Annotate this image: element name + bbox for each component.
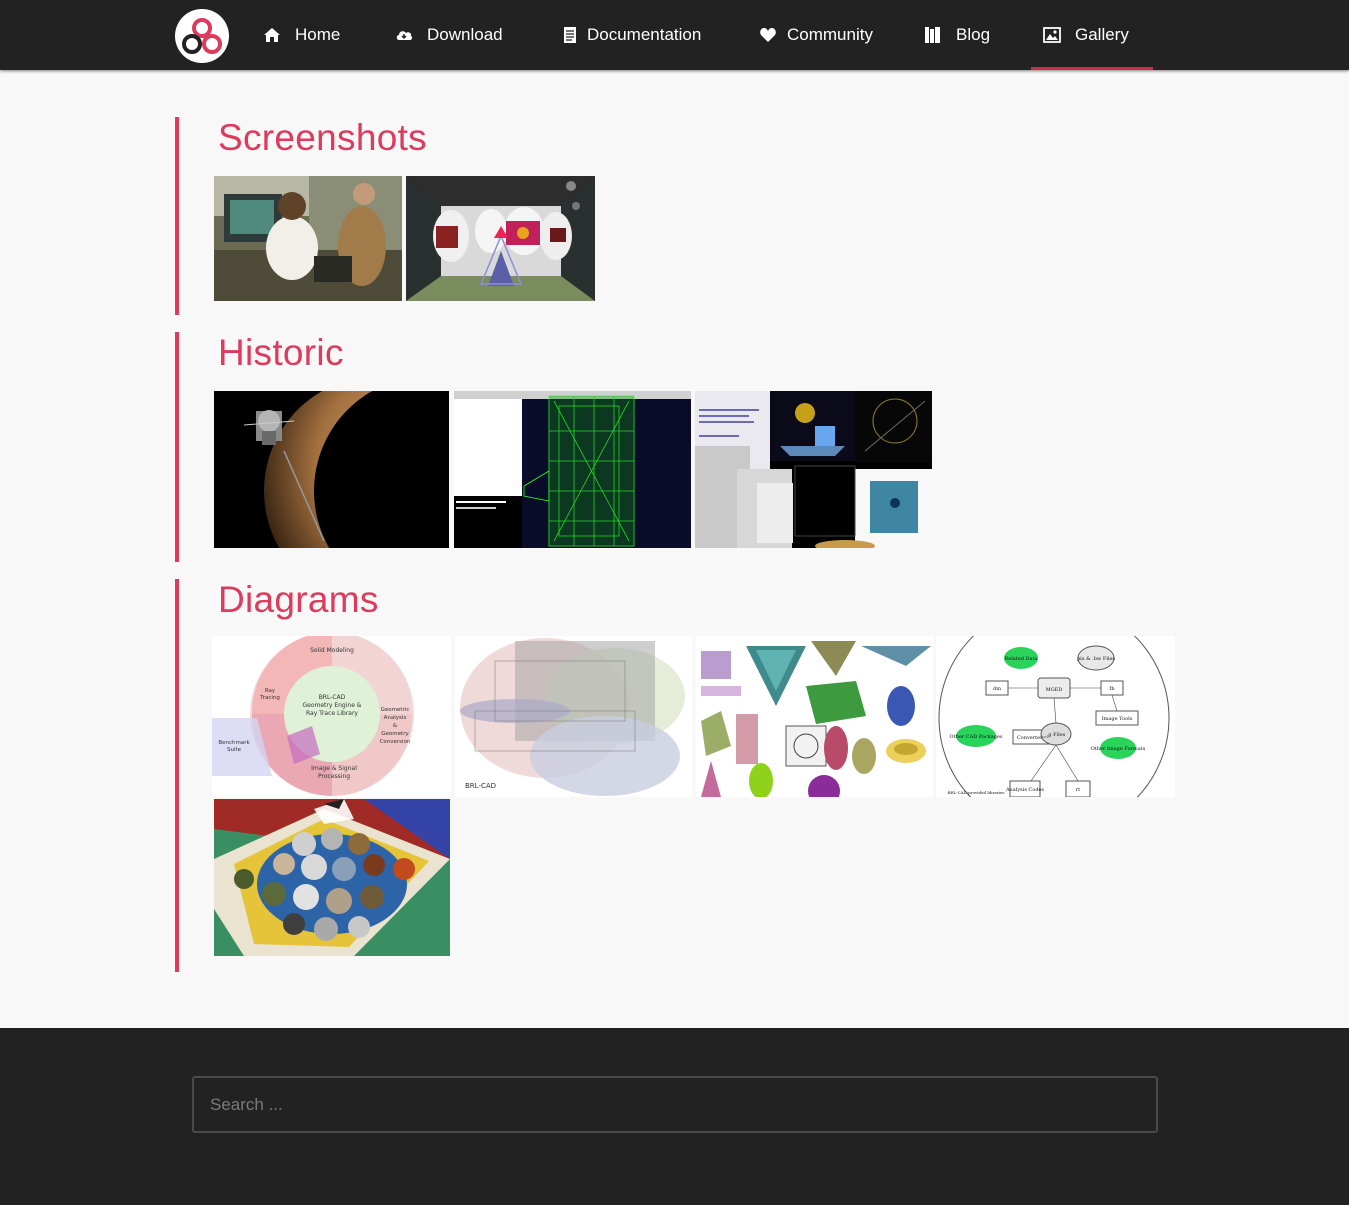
section-historic: Historic — [175, 332, 343, 562]
d1-bottom-line2: Processing — [318, 773, 350, 780]
d1-center-line1: BRL-CAD — [319, 694, 346, 701]
cloud-download-icon — [396, 31, 413, 40]
thumb-historic-3[interactable] — [695, 391, 932, 548]
thumb-screenshot-1[interactable] — [214, 176, 402, 301]
nav-gallery[interactable]: Gallery — [1031, 0, 1153, 70]
d2-label: BRL-CAD — [465, 782, 496, 790]
brlcad-library-wheel: BRL-CAD Geometry Engine & Ray Trace Libr… — [212, 636, 451, 797]
nav-gallery-label: Gallery — [1075, 25, 1129, 44]
d4-mged: MGED — [1046, 687, 1063, 693]
brlcad-logo[interactable] — [175, 9, 229, 63]
nav-home-label: Home — [295, 25, 341, 44]
home-icon — [264, 28, 280, 42]
d4-fb: fb — [1109, 686, 1114, 692]
nav-blog[interactable]: Blog — [924, 0, 990, 70]
d1-bench-line1: Benchmark — [218, 740, 250, 746]
d1-right-line1: Geometric — [381, 707, 410, 713]
nav-download-label: Download — [427, 25, 503, 44]
d4-related-data: Related Data — [1004, 656, 1037, 662]
thumb-diagram-3[interactable] — [696, 636, 933, 797]
thumb-diagram-5[interactable] — [214, 799, 450, 956]
nav-home[interactable]: Home — [263, 0, 340, 70]
mged-interface-collage — [695, 391, 932, 548]
d1-right-line4: Geometry — [381, 731, 409, 737]
d4-other-image: Other Image Formats — [1091, 746, 1146, 752]
raytraced-gallery-room — [406, 176, 595, 301]
section-title-diagrams: Diagrams — [218, 579, 379, 620]
footer — [0, 1028, 1349, 1205]
thumb-diagram-1[interactable]: BRL-CAD Geometry Engine & Ray Trace Libr… — [212, 636, 451, 797]
d4-foot: BRL-CAD-provided libraries — [948, 790, 1005, 795]
nav-community[interactable]: Community — [759, 0, 873, 70]
section-screenshots: Screenshots — [175, 117, 427, 315]
nav-documentation-label: Documentation — [587, 25, 702, 44]
thumb-diagram-2[interactable]: BRL-CAD — [455, 636, 692, 797]
image-icon — [1043, 27, 1061, 43]
nav-download[interactable]: Download — [395, 0, 503, 70]
thumb-diagram-4[interactable]: Related Data pix & .bw Files dm fb MGED … — [936, 636, 1175, 797]
document-icon — [564, 27, 576, 43]
d1-bench-line2: Suite — [227, 747, 242, 753]
thumb-historic-2[interactable] — [454, 391, 691, 548]
d1-bottom-line1: Image & Signal — [311, 765, 357, 772]
thumb-screenshot-2[interactable] — [406, 176, 595, 301]
d4-dm: dm — [993, 686, 1001, 692]
d4-g-files: .g Files — [1047, 732, 1066, 738]
d1-center-line3: Ray Trace Library — [306, 710, 358, 717]
sphereflake-medallion — [214, 799, 450, 956]
section-title-screenshots: Screenshots — [218, 117, 427, 158]
thumb-historic-1[interactable] — [214, 391, 449, 548]
green-wireframe-model — [454, 391, 691, 548]
heart-icon — [760, 28, 776, 42]
d4-analysis: Analysis Codes — [1005, 787, 1045, 793]
cassini-spacecraft-render — [214, 391, 449, 548]
d4-rt: rt — [1076, 787, 1080, 793]
nav-documentation[interactable]: Documentation — [561, 0, 701, 70]
section-title-historic: Historic — [218, 332, 344, 373]
nav-community-label: Community — [787, 25, 873, 44]
d1-right-line3: & — [393, 723, 398, 729]
d1-top-label: Solid Modeling — [310, 647, 354, 654]
d4-image-tools: Image Tools — [1102, 716, 1133, 722]
d1-left-line1: Ray — [265, 688, 276, 694]
top-navbar: Home Download Documentation Community Bl… — [0, 0, 1349, 70]
d1-right-line5: Conversion — [380, 739, 411, 745]
search-input[interactable] — [192, 1076, 1158, 1133]
computer-lab-photo — [214, 176, 402, 301]
d1-left-line2: Tracing — [259, 695, 280, 701]
nav-blog-label: Blog — [956, 25, 991, 44]
d1-center-line2: Geometry Engine & — [303, 702, 362, 709]
brlcad-venn-layers: BRL-CAD — [455, 636, 692, 797]
primitive-shapes — [696, 636, 933, 797]
d4-pix-files: pix & .bw Files — [1077, 656, 1116, 662]
d4-other-cad: Other CAD Packages — [950, 734, 1003, 740]
d1-right-line2: Analysis — [384, 715, 407, 721]
book-icon — [925, 27, 940, 43]
mged-flowchart: Related Data pix & .bw Files dm fb MGED … — [936, 636, 1175, 797]
section-diagrams: Diagrams — [175, 579, 378, 972]
brlcad-logo-icon — [182, 18, 222, 54]
